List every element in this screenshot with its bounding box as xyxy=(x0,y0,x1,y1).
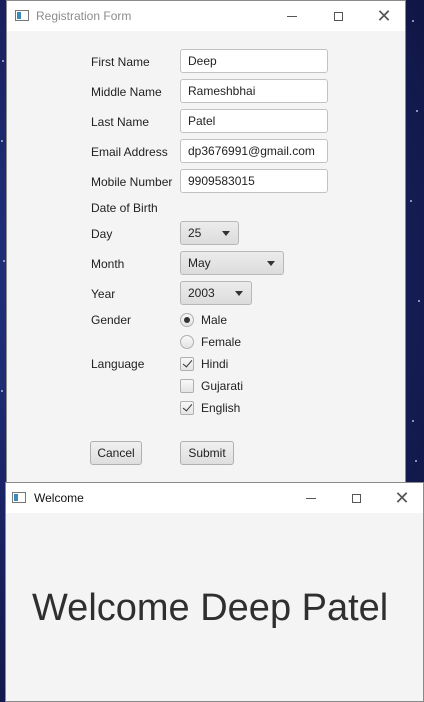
maximize-icon[interactable] xyxy=(315,1,361,31)
maximize-icon[interactable] xyxy=(333,483,379,513)
mobile-field[interactable] xyxy=(180,169,328,193)
window-title: Welcome xyxy=(34,491,84,505)
window-title: Registration Form xyxy=(36,9,132,23)
cancel-button[interactable]: Cancel xyxy=(90,441,142,465)
welcome-titlebar[interactable]: Welcome ✕ xyxy=(6,483,423,513)
gender-label: Gender xyxy=(91,313,132,327)
year-value: 2003 xyxy=(188,286,215,300)
close-icon[interactable]: ✕ xyxy=(361,1,407,31)
language-gujarati-label[interactable]: Gujarati xyxy=(201,379,243,393)
chevron-down-icon xyxy=(267,261,275,266)
last-name-label: Last Name xyxy=(91,115,150,129)
first-name-label: First Name xyxy=(91,55,150,69)
email-label: Email Address xyxy=(91,145,168,159)
email-field[interactable] xyxy=(180,139,328,163)
gender-female-label[interactable]: Female xyxy=(201,335,241,349)
month-select[interactable]: May xyxy=(180,251,284,275)
chevron-down-icon xyxy=(235,291,243,296)
language-gujarati-checkbox[interactable] xyxy=(180,379,194,393)
last-name-field[interactable] xyxy=(180,109,328,133)
app-window-icon xyxy=(15,10,29,21)
language-hindi-label[interactable]: Hindi xyxy=(201,357,228,371)
gender-male-label[interactable]: Male xyxy=(201,313,227,327)
middle-name-label: Middle Name xyxy=(91,85,162,99)
language-hindi-checkbox[interactable] xyxy=(180,357,194,371)
app-window-icon xyxy=(12,492,26,503)
close-icon[interactable]: ✕ xyxy=(379,483,424,513)
registration-window: Registration Form ✕ First Name Middle Na… xyxy=(6,0,406,484)
language-label: Language xyxy=(91,357,145,371)
first-name-field[interactable] xyxy=(180,49,328,73)
month-label: Month xyxy=(91,257,125,271)
day-label: Day xyxy=(91,227,113,241)
mobile-label: Mobile Number xyxy=(91,175,173,189)
dob-label: Date of Birth xyxy=(91,201,158,215)
day-value: 25 xyxy=(188,226,202,240)
language-english-checkbox[interactable] xyxy=(180,401,194,415)
middle-name-field[interactable] xyxy=(180,79,328,103)
year-label: Year xyxy=(91,287,116,301)
minimize-icon[interactable] xyxy=(288,483,334,513)
year-select[interactable]: 2003 xyxy=(180,281,252,305)
welcome-window: Welcome ✕ Welcome Deep Patel xyxy=(5,482,424,702)
language-english-label[interactable]: English xyxy=(201,401,240,415)
registration-titlebar[interactable]: Registration Form ✕ xyxy=(7,1,405,31)
gender-female-radio[interactable] xyxy=(180,335,194,349)
minimize-icon[interactable] xyxy=(269,1,315,31)
month-value: May xyxy=(188,256,211,270)
submit-button[interactable]: Submit xyxy=(180,441,234,465)
welcome-message: Welcome Deep Patel xyxy=(32,587,389,629)
gender-male-radio[interactable] xyxy=(180,313,194,327)
chevron-down-icon xyxy=(222,231,230,236)
day-select[interactable]: 25 xyxy=(180,221,239,245)
